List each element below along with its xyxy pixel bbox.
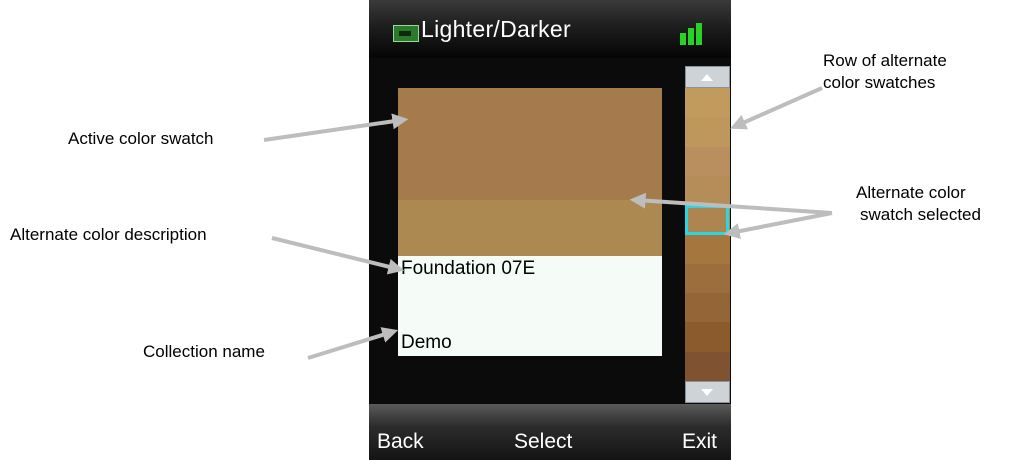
arrow-row-alternate [730, 86, 823, 130]
arrow-up-icon [701, 74, 713, 81]
alternate-swatch-strip[interactable] [685, 66, 730, 403]
back-softkey[interactable]: Back [377, 430, 424, 454]
annotation-text: swatch selected [860, 205, 981, 224]
scroll-up-button[interactable] [685, 66, 730, 88]
arrow-alt-selected-2 [723, 211, 833, 240]
collection-name: Demo [401, 332, 452, 353]
select-softkey[interactable]: Select [514, 430, 572, 454]
annotation-alternate-selected: Alternate color swatch selected [856, 182, 981, 226]
alternate-color-swatch [398, 200, 662, 256]
color-info-panel: Foundation 07E Demo [398, 256, 662, 356]
strip-swatch-item[interactable] [685, 235, 730, 264]
selected-swatch-frame [685, 205, 729, 235]
alternate-color-description: Foundation 07E [401, 258, 536, 279]
strip-swatch-item[interactable] [685, 322, 730, 352]
active-color-swatch [398, 88, 662, 200]
annotation-text: Alternate color [856, 183, 966, 202]
annotation-row-alternate: Row of alternate color swatches [823, 50, 947, 94]
exit-softkey[interactable]: Exit [682, 430, 717, 454]
softkey-bar: Back Select Exit [369, 404, 731, 460]
annotation-active-swatch: Active color swatch [68, 129, 214, 148]
strip-swatch-item[interactable] [685, 117, 730, 147]
annotation-text: Row of alternate [823, 51, 947, 70]
device-screen: Lighter/Darker Foundation 07E Demo Back … [369, 0, 731, 460]
strip-swatch-item[interactable] [685, 88, 730, 117]
annotation-alternate-description: Alternate color description [10, 225, 207, 244]
strip-swatch-item[interactable] [685, 147, 730, 176]
screen-title: Lighter/Darker [421, 16, 571, 42]
app-icon [393, 25, 419, 42]
strip-swatch-item[interactable] [685, 176, 730, 205]
signal-icon [680, 21, 708, 45]
arrow-down-icon [701, 389, 713, 396]
annotation-collection-name: Collection name [143, 342, 265, 361]
title-bar: Lighter/Darker [369, 0, 731, 58]
strip-swatch-item[interactable] [685, 293, 730, 322]
strip-swatch-item[interactable] [685, 264, 730, 293]
content-area: Foundation 07E Demo [369, 58, 731, 404]
strip-swatch-item[interactable] [685, 352, 730, 381]
annotation-text: color swatches [823, 73, 936, 92]
scroll-down-button[interactable] [685, 381, 730, 403]
